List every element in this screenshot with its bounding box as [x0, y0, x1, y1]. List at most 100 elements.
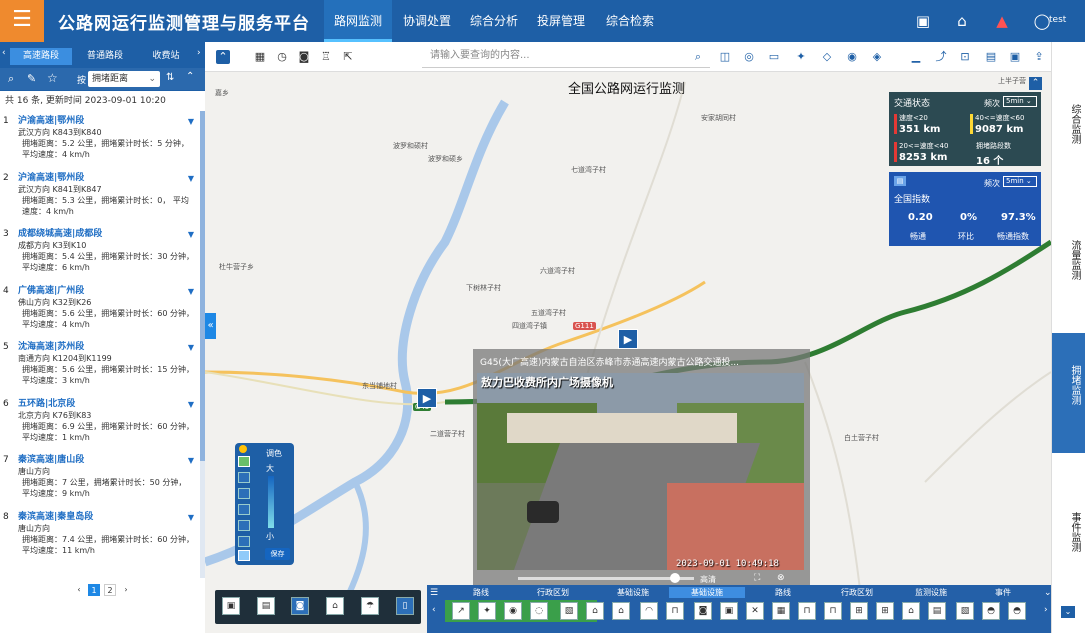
- menu-icon[interactable]: ☰: [0, 0, 44, 42]
- tab-normal-road[interactable]: 普通路段: [74, 48, 136, 65]
- list-item-name[interactable]: 五环路|北京段: [18, 394, 200, 410]
- star-icon[interactable]: ☆: [47, 71, 58, 85]
- route-icon[interactable]: ◌: [530, 602, 548, 620]
- bottom-tab[interactable]: 事件: [967, 587, 1039, 598]
- video-quality[interactable]: 高清: [700, 574, 716, 585]
- list-item-name[interactable]: 沈海高速|苏州段: [18, 337, 200, 353]
- tab-next-arrow-icon[interactable]: ›: [197, 48, 201, 58]
- list-item[interactable]: 4 广佛高速|广州段 ▼ 佛山方向 K32到K26 拥堵距离：5.6 公里，拥堵累计时长…: [0, 281, 200, 338]
- video-frame[interactable]: [477, 373, 804, 570]
- board-icon[interactable]: ▣: [720, 602, 738, 620]
- nav-network-monitor[interactable]: 路网监测: [324, 0, 392, 42]
- scroll-left-icon[interactable]: ‹: [432, 605, 436, 615]
- pager-page-1[interactable]: 1: [88, 584, 100, 596]
- legend-checkbox[interactable]: [238, 472, 250, 483]
- globe-icon[interactable]: ◎: [742, 50, 756, 64]
- camera-marker-icon[interactable]: ▶: [417, 388, 437, 408]
- bottom-tab-active[interactable]: 基础设施: [669, 587, 745, 598]
- layers-icon[interactable]: ⊡: [958, 50, 972, 64]
- caret-down-icon[interactable]: ▼: [188, 455, 194, 466]
- share-icon[interactable]: ⇱: [341, 50, 355, 64]
- list-item-name[interactable]: 沪渝高速|鄂州段: [18, 168, 200, 184]
- list-item-name[interactable]: 广佛高速|广州段: [18, 281, 200, 297]
- layer-weather-icon[interactable]: ☂: [361, 597, 379, 615]
- toll-icon[interactable]: ⌂: [586, 602, 604, 620]
- nav-analysis[interactable]: 综合分析: [462, 0, 526, 42]
- username[interactable]: test: [1049, 15, 1066, 25]
- legend-save-button[interactable]: 保存: [265, 548, 290, 560]
- legend-checkbox[interactable]: [238, 550, 250, 561]
- caret-down-icon[interactable]: ▼: [188, 229, 194, 240]
- menu-small-icon[interactable]: ☰: [430, 588, 438, 598]
- tab-event-monitor[interactable]: 事件监测: [1055, 512, 1081, 552]
- layer-board-icon[interactable]: ▤: [257, 597, 275, 615]
- bottom-tab[interactable]: 路线: [745, 587, 821, 598]
- report-icon[interactable]: ▣: [913, 11, 933, 31]
- region-icon[interactable]: ▧: [956, 602, 974, 620]
- route-icon[interactable]: ◉: [504, 602, 522, 620]
- clock-icon[interactable]: ◷: [275, 50, 289, 64]
- tab-toll-station[interactable]: 收费站: [138, 48, 194, 65]
- scroll-down-icon[interactable]: ⌄: [1061, 606, 1075, 618]
- legend-checkbox[interactable]: [238, 456, 250, 467]
- list-item[interactable]: 6 五环路|北京段 ▼ 北京方向 K76到K83 拥堵距离：6.9 公里，拥堵累计时长：…: [0, 394, 200, 451]
- route-icon[interactable]: ⤴: [934, 50, 948, 64]
- layer-video-icon[interactable]: ◙: [291, 597, 309, 615]
- list-item[interactable]: 5 沈海高速|苏州段 ▼ 南通方向 K1204到K1199 拥堵距离：5.6 公里，拥堵…: [0, 337, 200, 394]
- tab-comprehensive-monitor[interactable]: 综合监测: [1055, 104, 1081, 144]
- expand-left-panel-icon[interactable]: «: [205, 313, 216, 339]
- bottom-tab[interactable]: 行政区划: [821, 587, 893, 598]
- nav-coordination[interactable]: 协调处置: [394, 0, 460, 42]
- station-icon[interactable]: ▦: [772, 602, 790, 620]
- tunnel-icon[interactable]: ⊓: [798, 602, 816, 620]
- route-icon[interactable]: ✦: [478, 602, 496, 620]
- screen-icon[interactable]: ▣: [1008, 50, 1022, 64]
- layer-toll-icon[interactable]: ⌂: [326, 597, 344, 615]
- chart-icon[interactable]: ▁: [909, 50, 923, 64]
- home-icon[interactable]: ⌂: [952, 11, 972, 31]
- camera-icon[interactable]: ◙: [694, 602, 712, 620]
- bottom-tab[interactable]: 行政区划: [517, 587, 589, 598]
- list-item-name[interactable]: 秦滨高速|秦皇岛段: [18, 507, 200, 523]
- caret-down-icon[interactable]: ▼: [188, 512, 194, 523]
- tab-expressway[interactable]: 高速路段: [10, 48, 72, 65]
- event-icon[interactable]: ◓: [1008, 602, 1026, 620]
- bottom-tab[interactable]: 基础设施: [597, 587, 669, 598]
- location-icon[interactable]: ◉: [845, 50, 859, 64]
- sort-select[interactable]: 拥堵距离 ⌄: [88, 71, 160, 87]
- list-item-name[interactable]: 成都绕城高速|成都段: [18, 224, 200, 240]
- grid-icon[interactable]: ▦: [253, 50, 267, 64]
- legend-checkbox[interactable]: [238, 536, 250, 547]
- collapse-up-icon[interactable]: ⌃: [186, 71, 194, 82]
- caret-down-icon[interactable]: ▼: [188, 173, 194, 184]
- route-icon[interactable]: ↗: [452, 602, 470, 620]
- pager-page-2[interactable]: 2: [104, 584, 116, 596]
- tunnel-icon[interactable]: ⊓: [824, 602, 842, 620]
- layer-phone-icon[interactable]: ▯: [396, 597, 414, 615]
- bottom-tab[interactable]: 路线: [445, 587, 517, 598]
- legend-checkbox[interactable]: [238, 504, 250, 515]
- caret-down-icon[interactable]: ▼: [188, 286, 194, 297]
- caret-down-icon[interactable]: ▼: [188, 342, 194, 353]
- export-icon[interactable]: ⇪: [1032, 50, 1046, 64]
- legend-checkbox[interactable]: [238, 488, 250, 499]
- pager-next-icon[interactable]: ›: [120, 584, 132, 596]
- crossing-icon[interactable]: ✕: [746, 602, 764, 620]
- list-item-name[interactable]: 沪渝高速|鄂州段: [18, 111, 200, 127]
- tunnel-icon[interactable]: ⊓: [666, 602, 684, 620]
- alert-icon[interactable]: ▲: [992, 11, 1012, 31]
- bridge-icon[interactable]: ◠: [640, 602, 658, 620]
- camera-marker-icon[interactable]: ▶: [618, 329, 638, 349]
- board-icon[interactable]: ▤: [928, 602, 946, 620]
- fullscreen-icon[interactable]: ⛶: [754, 573, 760, 583]
- node-icon[interactable]: ⊞: [876, 602, 894, 620]
- tab-flow-monitor[interactable]: 流量监测: [1055, 240, 1081, 280]
- search-icon[interactable]: ⌕: [691, 50, 705, 64]
- close-icon[interactable]: ⊗: [777, 573, 785, 583]
- edit-icon[interactable]: ✎: [27, 72, 36, 85]
- collapse-panels-icon[interactable]: ⌃: [1029, 77, 1042, 90]
- chevron-down-icon[interactable]: ⌄: [1044, 588, 1052, 598]
- gate-icon[interactable]: ⌂: [612, 602, 630, 620]
- bottom-tab[interactable]: 监测设施: [895, 587, 967, 598]
- scroll-right-icon[interactable]: ›: [1044, 605, 1048, 615]
